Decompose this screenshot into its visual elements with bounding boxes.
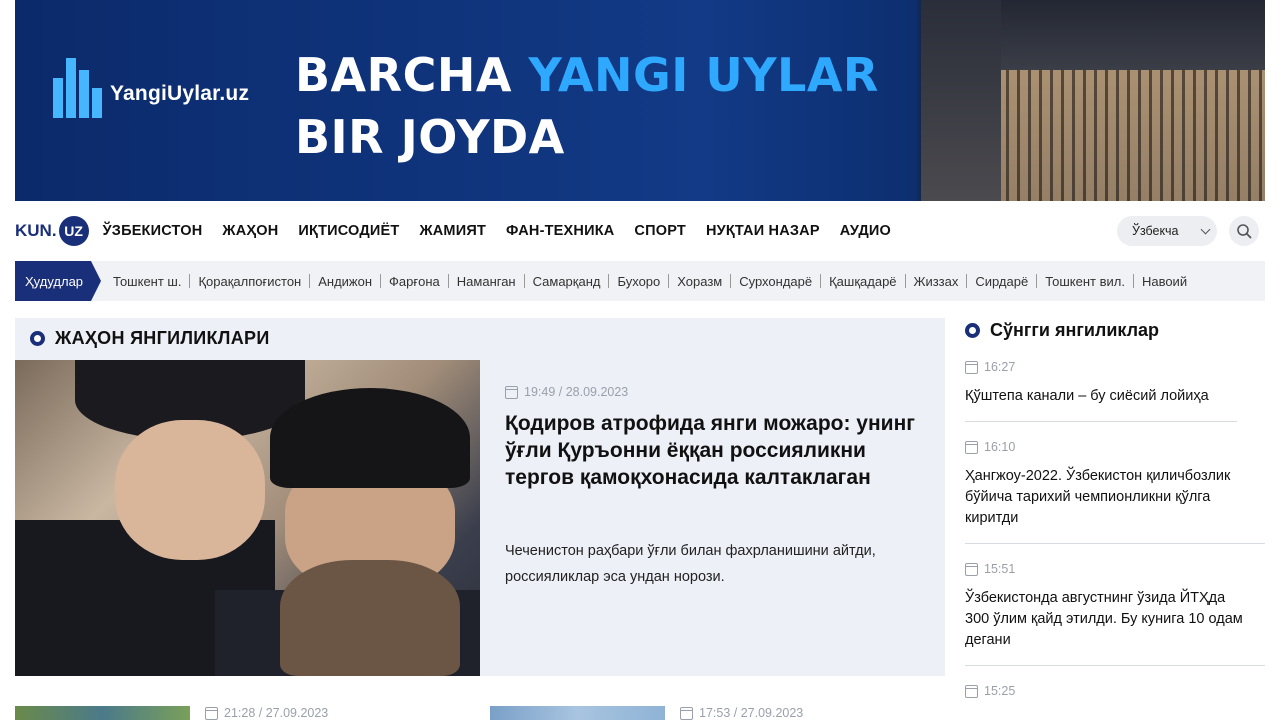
news-time-text: 15:25 [984,684,1016,698]
calendar-icon [505,385,518,399]
region-item[interactable]: Самарқанд [525,274,609,289]
featured-news-headline[interactable]: Қодиров атрофида янги можаро: унинг ўғли… [505,410,915,491]
news-date: 17:53 / 27.09.2023 [680,706,803,720]
regions-list: Тошкент ш. Қорақалпоғистон Андижон Фарғо… [111,274,1195,289]
search-button[interactable] [1229,216,1259,246]
featured-news-datetime: 19:49 / 28.09.2023 [524,385,629,399]
ad-banner[interactable]: YangiUylar.uz BARCHA YANGI UYLAR BIR JOY… [15,0,1265,201]
region-item[interactable]: Бухоро [609,274,668,289]
calendar-icon [965,360,978,374]
sidebar-title: Сўнгги янгиликлар [990,320,1160,340]
nav-menu: ЎЗБЕКИСТОН ЖАҲОН ИҚТИСОДИЁТ ЖАМИЯТ ФАН-Т… [103,223,891,239]
calendar-icon [965,684,978,698]
latest-news-sidebar: Сўнгги янгиликлар 16:27 Қўштепа канали –… [965,318,1265,720]
news-date: 21:28 / 27.09.2023 [205,706,328,720]
region-item[interactable]: Навоий [1134,274,1195,289]
region-item[interactable]: Қашқадарё [821,274,904,289]
news-thumbnail[interactable] [490,706,665,720]
calendar-icon [965,562,978,576]
news-datetime: 17:53 / 27.09.2023 [699,706,804,720]
region-item[interactable]: Сирдарё [967,274,1036,289]
news-title[interactable]: Ҳангжоу-2022. Ўзбекистон қиличбозлик бўй… [965,466,1245,529]
sidebar-header: Сўнгги янгиликлар [965,320,1265,341]
site-logo-uz: UZ [58,216,89,246]
region-item[interactable]: Андижон [310,274,380,289]
region-item[interactable]: Сурхондарё [731,274,820,289]
calendar-icon [965,440,978,454]
calendar-icon [205,706,218,720]
section-title[interactable]: ЖАҲОН ЯНГИЛИКЛАРИ [55,328,270,349]
language-select[interactable]: Ўзбекча [1117,216,1217,246]
banner-headline-accent: YANGI UYLAR [528,48,879,102]
news-title[interactable]: Қўштепа канали – бу сиёсий лойиҳа [965,386,1245,407]
nav-item-sport[interactable]: СПОРТ [634,223,686,239]
news-time-text: 16:10 [984,440,1016,454]
news-time: 16:27 [965,360,1237,374]
banner-headline-part1: BARCHA [295,48,512,102]
region-item[interactable]: Тошкент ш. [111,274,189,289]
bullet-icon [30,331,45,346]
nav-item-opinion[interactable]: НУҚТАИ НАЗАР [706,223,820,239]
regions-label: Ҳудудлар [15,261,102,301]
main-nav: KUN. UZ ЎЗБЕКИСТОН ЖАҲОН ИҚТИСОДИЁТ ЖАМИ… [15,211,1265,251]
news-time-text: 16:27 [984,360,1016,374]
region-item[interactable]: Тошкент вил. [1037,274,1133,289]
yangiuylar-logo: YangiUylar.uz [53,58,249,118]
news-datetime: 21:28 / 27.09.2023 [224,706,329,720]
list-item[interactable]: 16:27 Қўштепа канали – бу сиёсий лойиҳа [965,360,1237,422]
news-title[interactable]: Ўзбекистонда августнинг ўзида ЙТҲда 300 … [965,588,1245,651]
news-time: 15:25 [965,684,1265,698]
nav-item-economy[interactable]: ИҚТИСОДИЁТ [298,223,399,239]
site-logo-kun: KUN. [15,221,57,240]
world-news-section: ЖАҲОН ЯНГИЛИКЛАРИ 19:49 / 28.09.2023 Қод… [15,318,945,676]
nav-item-uzbekistan[interactable]: ЎЗБЕКИСТОН [103,223,203,239]
bullet-icon [965,323,980,338]
chevron-down-icon [1200,224,1211,235]
search-icon [1237,224,1252,239]
nav-item-science-tech[interactable]: ФАН-ТЕХНИКА [506,223,614,239]
regions-bar: Ҳудудлар Тошкент ш. Қорақалпоғистон Анди… [15,261,1265,301]
news-thumbnail[interactable] [15,706,190,720]
building-icon [53,58,102,118]
banner-headline-line2: BIR JOYDA [295,110,565,164]
region-item[interactable]: Фарғона [381,274,448,289]
calendar-icon [680,706,693,720]
region-item[interactable]: Хоразм [669,274,730,289]
banner-logo-text: YangiUylar.uz [110,82,250,105]
region-item[interactable]: Наманган [449,274,524,289]
list-item[interactable]: 16:10 Ҳангжоу-2022. Ўзбекистон қиличбозл… [965,440,1265,544]
list-item[interactable]: 15:51 Ўзбекистонда августнинг ўзида ЙТҲд… [965,562,1265,666]
section-header: ЖАҲОН ЯНГИЛИКЛАРИ [30,328,270,349]
featured-news-date: 19:49 / 28.09.2023 [505,385,628,399]
language-label: Ўзбекча [1132,224,1179,238]
nav-item-society[interactable]: ЖАМИЯТ [419,223,486,239]
nav-item-world[interactable]: ЖАҲОН [222,223,278,239]
news-time: 16:10 [965,440,1265,454]
list-item[interactable]: 15:25 [965,684,1265,720]
news-time: 15:51 [965,562,1265,576]
banner-headline: BARCHA YANGI UYLAR BIR JOYDA [295,44,879,168]
featured-news-summary: Чеченистон раҳбари ўғли билан фахрланиши… [505,543,876,585]
nav-item-audio[interactable]: АУДИО [840,223,891,239]
site-logo[interactable]: KUN. UZ [15,216,89,246]
news-time-text: 15:51 [984,562,1016,576]
region-item[interactable]: Қорақалпоғистон [190,274,309,289]
region-item[interactable]: Жиззах [906,274,967,289]
banner-building-photo [921,0,1265,201]
latest-news-list: 16:27 Қўштепа канали – бу сиёсий лойиҳа … [965,360,1265,720]
featured-news-image[interactable] [15,360,480,676]
